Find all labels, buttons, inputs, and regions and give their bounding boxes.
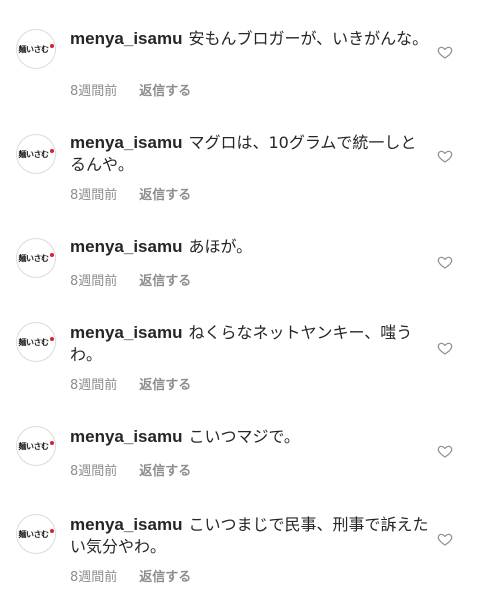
comment-time: 8週間前 [70,274,118,289]
comment-time: 8週間前 [70,188,118,203]
avatar[interactable]: 麺いさむ [16,426,56,466]
reply-button[interactable]: 返信する [139,460,191,479]
comment-username[interactable]: menya_isamu [70,237,182,256]
reply-button[interactable]: 返信する [139,80,191,99]
comment-body: menya_isamu こいつまじで民事、刑事で訴えたい気分やわ。 [70,514,430,558]
comment-meta: 8週間前 返信する [70,184,191,203]
comment-username[interactable]: menya_isamu [70,323,182,342]
comment-text: あほが。 [188,237,253,256]
comment-time: 8週間前 [70,378,118,393]
comment-time: 8週間前 [70,84,118,99]
comment-username[interactable]: menya_isamu [70,133,182,152]
avatar[interactable]: 麺いさむ [16,238,56,278]
comment-time: 8週間前 [70,464,118,479]
comment-username[interactable]: menya_isamu [70,29,182,48]
comment-body: menya_isamu マグロは、10グラムで統一しとるんや。 [70,132,430,176]
comment-username[interactable]: menya_isamu [70,427,182,446]
comment-text: こいつマジで。 [188,427,300,446]
heart-outline-icon[interactable] [437,254,453,270]
comment-body: menya_isamu こいつマジで。 [70,426,430,448]
avatar-logo: 麺いさむ [19,528,54,540]
reply-button[interactable]: 返信する [139,374,191,393]
avatar-logo: 麺いさむ [19,252,54,264]
avatar[interactable]: 麺いさむ [16,29,56,69]
comment-meta: 8週間前 返信する [70,374,191,393]
heart-outline-icon[interactable] [437,44,453,60]
comment-body: menya_isamu 安もんブロガーが、いきがんな。 [70,28,430,50]
comment-text: 安もんブロガーが、いきがんな。 [188,29,429,48]
comment-time: 8週間前 [70,570,118,585]
comment-meta: 8週間前 返信する [70,80,191,99]
reply-button[interactable]: 返信する [139,566,191,585]
avatar[interactable]: 麺いさむ [16,134,56,174]
comment-body: menya_isamu あほが。 [70,236,430,258]
avatar[interactable]: 麺いさむ [16,322,56,362]
avatar-logo: 麺いさむ [19,43,54,55]
comment-meta: 8週間前 返信する [70,566,191,585]
heart-outline-icon[interactable] [437,531,453,547]
reply-button[interactable]: 返信する [139,270,191,289]
heart-outline-icon[interactable] [437,148,453,164]
comment-username[interactable]: menya_isamu [70,515,182,534]
heart-outline-icon[interactable] [437,443,453,459]
comment-meta: 8週間前 返信する [70,460,191,479]
avatar[interactable]: 麺いさむ [16,514,56,554]
heart-outline-icon[interactable] [437,340,453,356]
avatar-logo: 麺いさむ [19,440,54,452]
reply-button[interactable]: 返信する [139,184,191,203]
avatar-logo: 麺いさむ [19,148,54,160]
comment-body: menya_isamu ねくらなネットヤンキー、嗤うわ。 [70,322,430,366]
comment-meta: 8週間前 返信する [70,270,191,289]
avatar-logo: 麺いさむ [19,336,54,348]
